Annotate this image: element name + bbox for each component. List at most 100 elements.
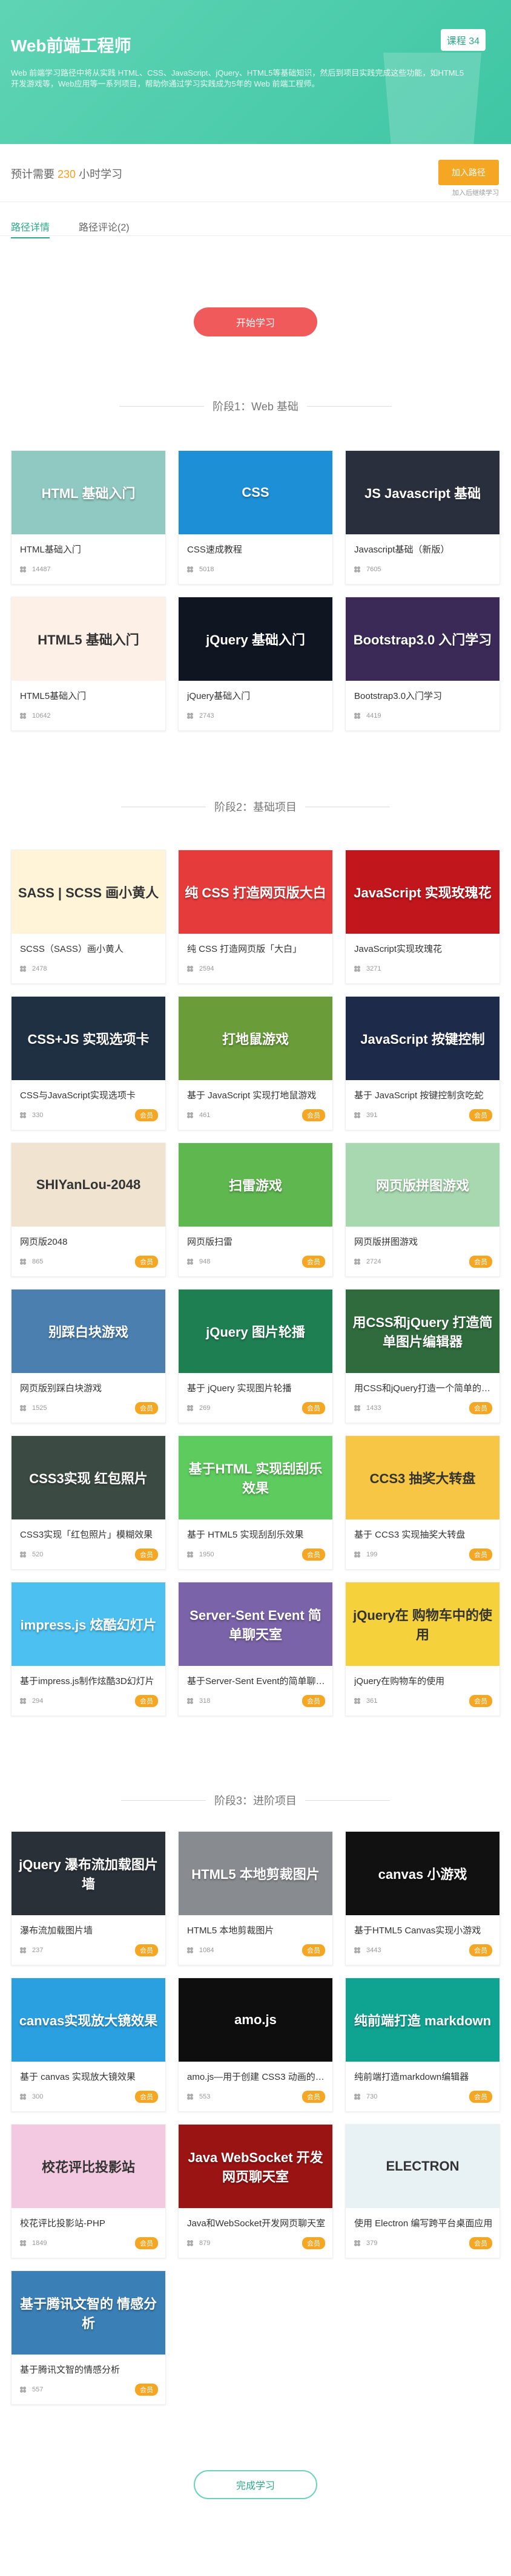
course-title[interactable]: amo.js—用于创建 CSS3 动画的工具 xyxy=(187,2070,326,2083)
course-thumbnail[interactable]: jQuery 图片轮播 xyxy=(179,1290,332,1373)
course-thumbnail[interactable]: 校花评比投影站 xyxy=(12,2125,165,2208)
course-card[interactable]: jQuery 图片轮播 基于 jQuery 实现图片轮播 269 会员 xyxy=(178,1289,333,1423)
course-card[interactable]: ELECTRON 使用 Electron 编写跨平台桌面应用 379 会员 xyxy=(345,2124,500,2258)
tab-comments[interactable]: 路径评论(2) xyxy=(79,219,130,237)
course-thumbnail[interactable]: ELECTRON xyxy=(346,2125,499,2208)
course-card[interactable]: HTML5 本地剪裁图片 HTML5 本地剪裁图片 1084 会员 xyxy=(178,1831,333,1965)
course-title[interactable]: 基于 JavaScript 实现打地鼠游戏 xyxy=(187,1089,326,1101)
course-thumbnail[interactable]: jQuery 瀑布流加载图片墙 xyxy=(12,1832,165,1915)
course-card[interactable]: canvas实现放大镜效果 基于 canvas 实现放大镜效果 300 会员 xyxy=(11,1978,166,2112)
course-card[interactable]: JavaScript 实现玫瑰花 JavaScript实现玫瑰花 3271 xyxy=(345,850,500,984)
course-thumbnail[interactable]: JavaScript 实现玫瑰花 xyxy=(346,850,499,934)
course-thumbnail[interactable]: CSS+JS 实现选项卡 xyxy=(12,997,165,1080)
course-card[interactable]: 基于腾讯文智的 情感分析 基于腾讯文智的情感分析 557 会员 xyxy=(11,2270,166,2405)
course-title[interactable]: CSS3实现「红包照片」模糊效果 xyxy=(20,1528,159,1541)
course-thumbnail[interactable]: impress.js 炫酷幻灯片 xyxy=(12,1582,165,1666)
course-title[interactable]: 纯 CSS 打造网页版「大白」 xyxy=(187,942,326,955)
course-thumbnail[interactable]: SHIYanLou-2048 xyxy=(12,1143,165,1227)
course-thumbnail[interactable]: Java WebSocket 开发网页聊天室 xyxy=(179,2125,332,2208)
course-title[interactable]: CSS速成教程 xyxy=(187,543,326,556)
course-title[interactable]: 基于 CCS3 实现抽奖大转盘 xyxy=(354,1528,493,1541)
course-title[interactable]: CSS与JavaScript实现选项卡 xyxy=(20,1089,159,1101)
course-thumbnail[interactable]: 用CSS和jQuery 打造简单图片编辑器 xyxy=(346,1290,499,1373)
course-title[interactable]: 瀑布流加载图片墙 xyxy=(20,1924,159,1936)
course-title[interactable]: Javascript基础（新版） xyxy=(354,543,493,556)
course-thumbnail[interactable]: 打地鼠游戏 xyxy=(179,997,332,1080)
course-title[interactable]: 使用 Electron 编写跨平台桌面应用 xyxy=(354,2217,493,2229)
course-card[interactable]: Bootstrap3.0 入门学习 Bootstrap3.0入门学习 4419 xyxy=(345,597,500,731)
course-card[interactable]: HTML 基础入门 HTML基础入门 14487 xyxy=(11,450,166,585)
course-title[interactable]: 校花评比投影站-PHP xyxy=(20,2217,159,2229)
join-path-button[interactable]: 加入路径 xyxy=(438,160,499,185)
course-card[interactable]: 纯 CSS 打造网页版大白纯 CSS 打造网页版「大白」 2594 xyxy=(178,850,333,984)
course-thumbnail[interactable]: canvas实现放大镜效果 xyxy=(12,1978,165,2062)
course-card[interactable]: HTML5 基础入门 HTML5基础入门 10642 xyxy=(11,597,166,731)
course-card[interactable]: 别踩白块游戏 网页版别踩白块游戏 1525 会员 xyxy=(11,1289,166,1423)
course-card[interactable]: impress.js 炫酷幻灯片 基于impress.js制作炫酷3D幻灯片 294… xyxy=(11,1582,166,1716)
course-title[interactable]: JavaScript实现玫瑰花 xyxy=(354,942,493,955)
course-card[interactable]: 校花评比投影站 校花评比投影站-PHP 1849 会员 xyxy=(11,2124,166,2258)
course-card[interactable]: 扫雷游戏 网页版扫雷 948 会员 xyxy=(178,1142,333,1277)
course-title[interactable]: HTML基础入门 xyxy=(20,543,159,556)
course-title[interactable]: 基于 jQuery 实现图片轮播 xyxy=(187,1381,326,1394)
course-thumbnail[interactable]: HTML5 本地剪裁图片 xyxy=(179,1832,332,1915)
course-card[interactable]: Java WebSocket 开发网页聊天室 Java和WebSocket开发网页… xyxy=(178,2124,333,2258)
course-title[interactable]: jQuery在购物车的使用 xyxy=(354,1674,493,1687)
course-thumbnail[interactable]: canvas 小游戏 xyxy=(346,1832,499,1915)
course-title[interactable]: 基于HTML5 Canvas实现小游戏 xyxy=(354,1924,493,1936)
course-card[interactable]: jQuery在 购物车中的使用 jQuery在购物车的使用 361 会员 xyxy=(345,1582,500,1716)
course-title[interactable]: jQuery基础入门 xyxy=(187,689,326,702)
course-card[interactable]: CSS+JS 实现选项卡 CSS与JavaScript实现选项卡 330 会员 xyxy=(11,996,166,1130)
course-thumbnail[interactable]: 别踩白块游戏 xyxy=(12,1290,165,1373)
course-card[interactable]: CSS CSS速成教程 5018 xyxy=(178,450,333,585)
course-title[interactable]: SCSS（SASS）画小黄人 xyxy=(20,942,159,955)
course-title[interactable]: 网页版别踩白块游戏 xyxy=(20,1381,159,1394)
course-thumbnail[interactable]: CSS xyxy=(179,451,332,534)
course-title[interactable]: 基于 HTML5 实现刮刮乐效果 xyxy=(187,1528,326,1541)
course-card[interactable]: jQuery 瀑布流加载图片墙 瀑布流加载图片墙 237 会员 xyxy=(11,1831,166,1965)
course-card[interactable]: 基于HTML 实现刮刮乐效果 基于 HTML5 实现刮刮乐效果 1950 会员 xyxy=(178,1435,333,1570)
course-thumbnail[interactable]: 基于腾讯文智的 情感分析 xyxy=(12,2271,165,2355)
course-thumbnail[interactable]: HTML5 基础入门 xyxy=(12,597,165,681)
course-card[interactable]: JS Javascript 基础 Javascript基础（新版） 7605 xyxy=(345,450,500,585)
course-thumbnail[interactable]: Server-Sent Event 简单聊天室 xyxy=(179,1582,332,1666)
course-thumbnail[interactable]: HTML 基础入门 xyxy=(12,451,165,534)
course-card[interactable]: canvas 小游戏 基于HTML5 Canvas实现小游戏 3443 会员 xyxy=(345,1831,500,1965)
course-title[interactable]: 纯前端打造markdown编辑器 xyxy=(354,2070,493,2083)
course-thumbnail[interactable]: CCS3 抽奖大转盘 xyxy=(346,1436,499,1519)
start-learning-button[interactable]: 开始学习 xyxy=(194,307,317,336)
course-thumbnail[interactable]: CSS3实现 红包照片 xyxy=(12,1436,165,1519)
course-thumbnail[interactable]: 扫雷游戏 xyxy=(179,1143,332,1227)
course-card[interactable]: CSS3实现 红包照片 CSS3实现「红包照片」模糊效果 520 会员 xyxy=(11,1435,166,1570)
course-thumbnail[interactable]: 网页版拼图游戏 xyxy=(346,1143,499,1227)
course-title[interactable]: 网页版2048 xyxy=(20,1235,159,1248)
course-thumbnail[interactable]: JS Javascript 基础 xyxy=(346,451,499,534)
course-thumbnail[interactable]: 基于HTML 实现刮刮乐效果 xyxy=(179,1436,332,1519)
course-title[interactable]: Java和WebSocket开发网页聊天室 xyxy=(187,2217,326,2229)
course-title[interactable]: 网页版扫雷 xyxy=(187,1235,326,1248)
course-thumbnail[interactable]: jQuery在 购物车中的使用 xyxy=(346,1582,499,1666)
course-card[interactable]: 网页版拼图游戏 网页版拼图游戏 2724 会员 xyxy=(345,1142,500,1277)
course-title[interactable]: 基于impress.js制作炫酷3D幻灯片 xyxy=(20,1674,159,1687)
course-title[interactable]: 基于腾讯文智的情感分析 xyxy=(20,2363,159,2376)
course-thumbnail[interactable]: jQuery 基础入门 xyxy=(179,597,332,681)
course-title[interactable]: 基于Server-Sent Event的简单聊天室 xyxy=(187,1674,326,1687)
course-card[interactable]: 纯前端打造 markdown 纯前端打造markdown编辑器 730 会员 xyxy=(345,1978,500,2112)
course-card[interactable]: SHIYanLou-2048 网页版2048 865 会员 xyxy=(11,1142,166,1277)
course-title[interactable]: 用CSS和jQuery打造一个简单的图片编辑器 xyxy=(354,1381,493,1394)
course-card[interactable]: CCS3 抽奖大转盘 基于 CCS3 实现抽奖大转盘 199 会员 xyxy=(345,1435,500,1570)
course-title[interactable]: HTML5基础入门 xyxy=(20,689,159,702)
course-thumbnail[interactable]: 纯 CSS 打造网页版大白 xyxy=(179,850,332,934)
course-card[interactable]: SASS | SCSS 画小黄人 SCSS（SASS）画小黄人 2478 xyxy=(11,850,166,984)
course-thumbnail[interactable]: JavaScript 按键控制 xyxy=(346,997,499,1080)
course-title[interactable]: Bootstrap3.0入门学习 xyxy=(354,689,493,702)
course-card[interactable]: 用CSS和jQuery 打造简单图片编辑器用CSS和jQuery打造一个简单的图… xyxy=(345,1289,500,1423)
course-title[interactable]: HTML5 本地剪裁图片 xyxy=(187,1924,326,1936)
course-card[interactable]: Server-Sent Event 简单聊天室基于Server-Sent Eve… xyxy=(178,1582,333,1716)
course-title[interactable]: 基于 canvas 实现放大镜效果 xyxy=(20,2070,159,2083)
finish-learning-button[interactable]: 完成学习 xyxy=(194,2470,317,2499)
course-thumbnail[interactable]: SASS | SCSS 画小黄人 xyxy=(12,850,165,934)
course-thumbnail[interactable]: 纯前端打造 markdown xyxy=(346,1978,499,2062)
course-title[interactable]: 网页版拼图游戏 xyxy=(354,1235,493,1248)
course-card[interactable]: jQuery 基础入门 jQuery基础入门 2743 xyxy=(178,597,333,731)
